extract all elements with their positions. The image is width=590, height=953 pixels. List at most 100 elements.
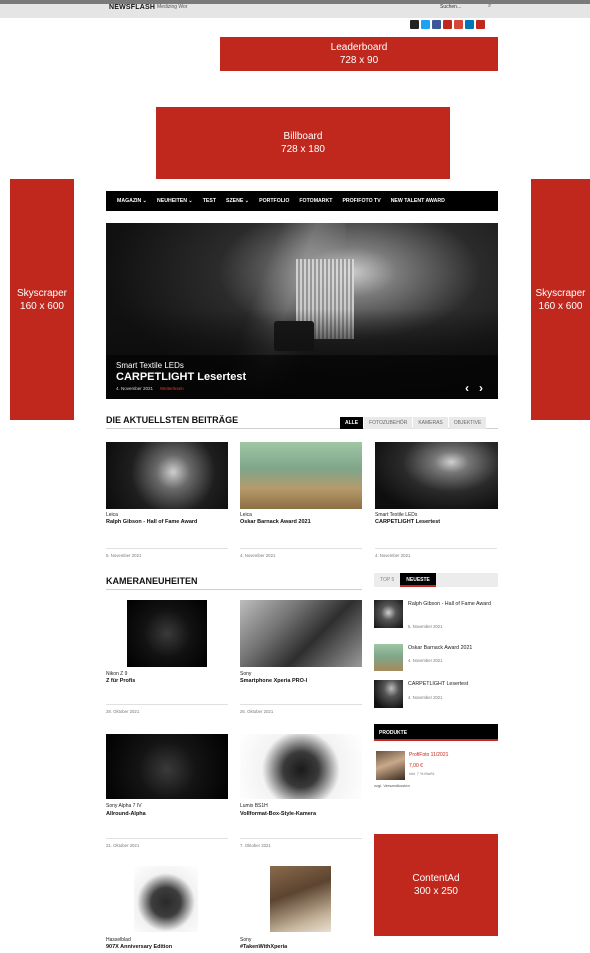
article-kicker: Sony Alpha 7 IV xyxy=(106,803,142,809)
sidebar-thumbnail[interactable] xyxy=(374,644,403,671)
article-title[interactable]: Allround-Alpha xyxy=(106,811,146,817)
article-title[interactable]: Z für Profis xyxy=(106,678,135,684)
article-title[interactable]: CARPETLIGHT Lesertest xyxy=(375,519,440,525)
filter-tab-objektive[interactable]: OBJEKTIVE xyxy=(448,417,487,429)
nav-item-magazin[interactable]: MAGAZIN ⌄ xyxy=(112,198,152,204)
filter-tab-fotozubehoer[interactable]: FOTOZUBEHÖR xyxy=(364,417,413,429)
hero-title[interactable]: CARPETLIGHT Lesertest xyxy=(116,371,246,383)
article-thumbnail[interactable] xyxy=(240,600,362,667)
article-kicker: Leica xyxy=(240,512,252,518)
article-thumbnail[interactable] xyxy=(134,866,198,932)
ad-label: Skyscraper xyxy=(16,287,67,299)
nav-item-szene[interactable]: SZENE ⌄ xyxy=(221,198,254,204)
article-kicker: Smart Textile LEDs xyxy=(375,512,418,518)
article-date: 4. November 2021 xyxy=(375,553,411,558)
youtube-icon[interactable] xyxy=(443,20,452,29)
article-kicker: Nikon Z 9 xyxy=(106,671,128,677)
sidebar-thumbnail[interactable] xyxy=(374,600,403,628)
article-date: 28. Oktober 2021 xyxy=(106,709,140,714)
nav-item-test[interactable]: TEST xyxy=(198,198,221,204)
hero-kicker: Smart Textile LEDs xyxy=(116,361,184,370)
product-name[interactable]: ProfiFoto 11/2021 xyxy=(409,752,448,758)
article-thumbnail[interactable] xyxy=(375,442,498,509)
divider xyxy=(106,838,228,839)
divider xyxy=(106,589,362,590)
instagram-icon[interactable] xyxy=(476,20,485,29)
sidebar-item-title[interactable]: Oskar Barnack Award 2021 xyxy=(408,644,498,652)
main-nav: MAGAZIN ⌄ NEUHEITEN ⌄ TEST SZENE ⌄ PORTF… xyxy=(106,191,498,211)
products-title: PRODUKTE xyxy=(379,730,408,736)
sidebar-item-date: 4. November 2021 xyxy=(408,695,443,700)
billboard-ad[interactable]: Billboard 728 x 180 xyxy=(156,107,450,179)
chevron-right-icon[interactable]: › xyxy=(479,381,483,395)
leaderboard-ad[interactable]: Leaderboard 728 x 90 xyxy=(220,37,498,71)
hero-slider[interactable]: Smart Textile LEDs CARPETLIGHT Lesertest… xyxy=(106,223,498,399)
google-plus-icon[interactable] xyxy=(454,20,463,29)
article-title[interactable]: #TakenWithXperia xyxy=(240,944,287,950)
sidebar-item-title[interactable]: Ralph Gibson - Hall of Fame Award xyxy=(408,600,498,608)
twitter-icon[interactable] xyxy=(421,20,430,29)
search-input[interactable]: Suchen... xyxy=(440,4,461,10)
article-date: 5. November 2021 xyxy=(106,553,142,558)
sidebar-item-title[interactable]: CARPETLIGHT Lesertest xyxy=(408,680,498,688)
article-kicker: Leica xyxy=(106,512,118,518)
article-thumbnail[interactable] xyxy=(270,866,331,932)
site-tagline: Medizing Wor xyxy=(157,4,188,10)
nav-item-profifoto-tv[interactable]: PROFIFOTO TV xyxy=(337,198,385,204)
product-shipping-note: zzgl. Versandkosten xyxy=(374,783,410,788)
site-brand[interactable]: NEWSFLASH xyxy=(109,4,155,11)
ad-label: Skyscraper xyxy=(535,287,586,299)
article-kicker: Sony xyxy=(240,671,252,677)
tab-top5[interactable]: TOP 5 xyxy=(374,573,400,587)
nav-item-neuheiten[interactable]: NEUHEITEN ⌄ xyxy=(152,198,198,204)
article-date: 7. Oktober 2021 xyxy=(240,843,271,848)
article-thumbnail[interactable] xyxy=(240,734,362,799)
article-kicker: Sony xyxy=(240,937,252,943)
article-title[interactable]: Smartphone Xperia PRO-I xyxy=(240,678,307,684)
article-date: 4. November 2021 xyxy=(240,553,276,558)
nav-item-new-talent-award[interactable]: NEW TALENT AWARD xyxy=(386,198,450,204)
top-bar xyxy=(0,0,590,18)
article-thumbnail[interactable] xyxy=(106,442,228,509)
divider xyxy=(375,548,497,549)
facebook-icon[interactable] xyxy=(432,20,441,29)
skyscraper-ad-right[interactable]: Skyscraper 160 x 600 xyxy=(531,179,590,420)
rss-icon[interactable] xyxy=(410,20,419,29)
sidebar-tabs: TOP 5 NEUESTE xyxy=(374,573,498,587)
article-thumbnail[interactable] xyxy=(127,600,207,667)
article-thumbnail[interactable] xyxy=(240,442,362,509)
ad-size: 160 x 600 xyxy=(538,300,583,312)
ad-label: ContentAd xyxy=(412,873,460,884)
tab-neueste[interactable]: NEUESTE xyxy=(400,573,436,587)
article-title[interactable]: Vollformat-Box-Style-Kamera xyxy=(240,811,316,817)
article-title[interactable]: 907X Anniversary Edition xyxy=(106,944,172,950)
sidebar-item-date: 5. November 2021 xyxy=(408,624,443,629)
product-thumbnail[interactable] xyxy=(376,751,405,780)
nav-item-portfolio[interactable]: PORTFOLIO xyxy=(254,198,294,204)
linkedin-icon[interactable] xyxy=(465,20,474,29)
sidebar-thumbnail[interactable] xyxy=(374,680,403,708)
search-icon[interactable]: ⌕ xyxy=(488,3,491,10)
divider xyxy=(106,548,228,549)
nav-item-fotomarkt[interactable]: FOTOMARKT xyxy=(294,198,337,204)
section-title-cameras: KAMERANEUHEITEN xyxy=(106,576,198,586)
ad-size: 728 x 90 xyxy=(339,55,379,66)
divider xyxy=(240,548,362,549)
divider xyxy=(240,704,362,705)
chevron-left-icon[interactable]: ‹ xyxy=(465,381,469,395)
article-title[interactable]: Oskar Barnack Award 2021 xyxy=(240,519,311,525)
content-ad[interactable]: ContentAd 300 x 250 xyxy=(374,834,498,936)
hero-read-more-link[interactable]: Weiterlesen xyxy=(160,386,184,391)
article-date: 26. Oktober 2021 xyxy=(240,709,274,714)
article-thumbnail[interactable] xyxy=(106,734,228,799)
ad-label: Leaderboard xyxy=(330,42,388,53)
ad-size: 300 x 250 xyxy=(414,886,458,897)
filter-tab-kameras[interactable]: KAMERAS xyxy=(413,417,448,429)
social-icons xyxy=(410,20,485,29)
section-title-latest: DIE AKTUELLSTEN BEITRÄGE xyxy=(106,415,239,425)
filter-tab-alle[interactable]: ALLE xyxy=(340,417,364,429)
divider xyxy=(240,838,362,839)
skyscraper-ad-left[interactable]: Skyscraper 160 x 600 xyxy=(10,179,74,420)
article-kicker: Lumix BS1H xyxy=(240,803,268,809)
article-title[interactable]: Ralph Gibson - Hall of Fame Award xyxy=(106,519,197,525)
